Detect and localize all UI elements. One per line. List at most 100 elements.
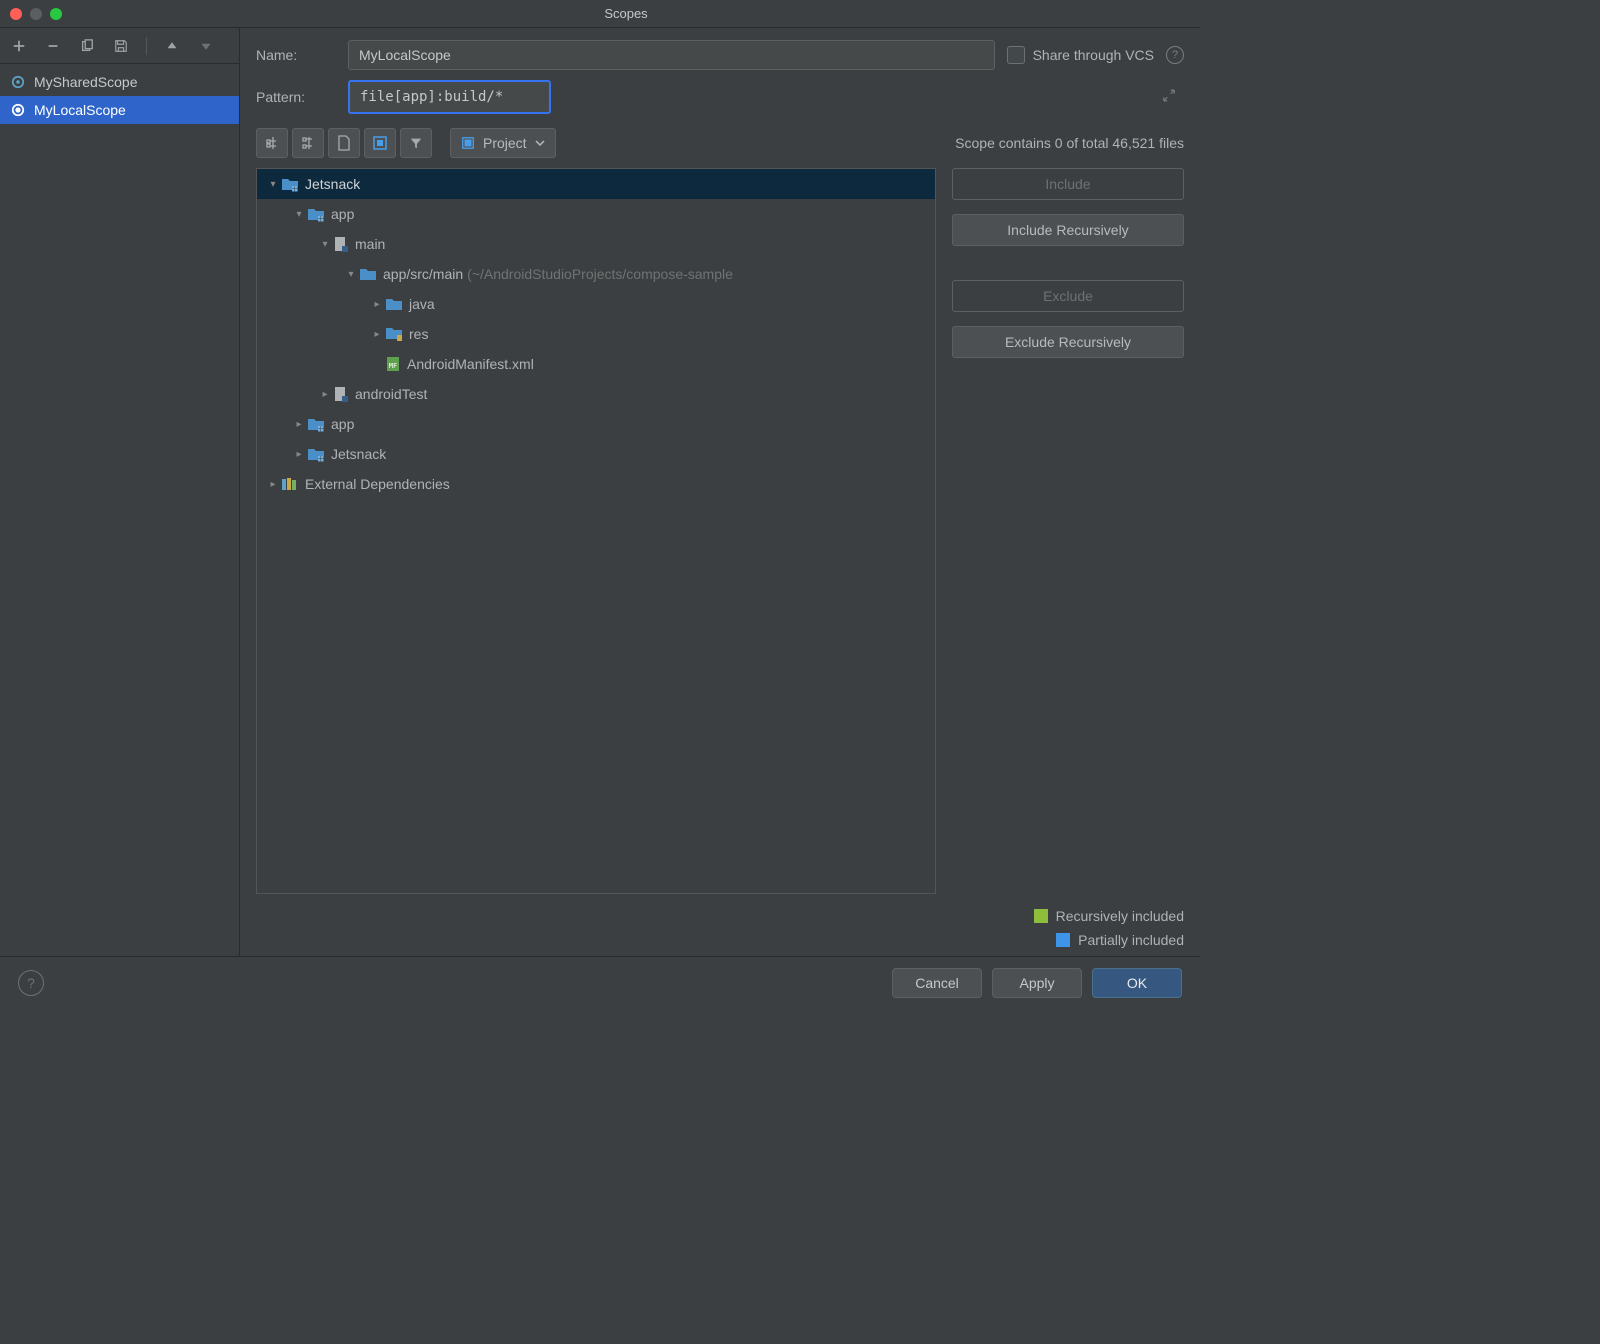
tree-arrow-icon[interactable]: ▸ [317, 389, 333, 400]
show-files-button[interactable] [328, 128, 360, 158]
chevron-down-icon [535, 138, 545, 148]
help-button[interactable]: ? [18, 970, 44, 996]
tree-label: java [409, 296, 435, 312]
tree-label: androidTest [355, 386, 427, 402]
resfolder-icon [385, 326, 403, 342]
exclude-button[interactable]: Exclude [952, 280, 1184, 312]
scope-item-local[interactable]: MyLocalScope [0, 96, 239, 124]
maximize-window-button[interactable] [50, 8, 62, 20]
module-icon [307, 206, 325, 222]
tree-arrow-icon[interactable]: ▾ [317, 239, 333, 250]
scope-item-label: MySharedScope [34, 74, 138, 90]
tree-label: app [331, 206, 354, 222]
tree-label: app [331, 416, 354, 432]
save-scope-button[interactable] [110, 35, 132, 57]
shared-scope-icon [10, 74, 26, 90]
module-icon [307, 446, 325, 462]
copy-scope-button[interactable] [76, 35, 98, 57]
tree-row[interactable]: ▾ main [257, 229, 935, 259]
tree-arrow-icon[interactable]: ▸ [369, 329, 385, 340]
tree-label: app/src/main [383, 266, 463, 282]
view-mode-dropdown[interactable]: Project [450, 128, 556, 158]
tree-row[interactable]: MF AndroidManifest.xml [257, 349, 935, 379]
collapse-all-button[interactable] [292, 128, 324, 158]
expand-all-button[interactable] [256, 128, 288, 158]
ok-button[interactable]: OK [1092, 968, 1182, 998]
scope-count-label: Scope contains 0 of total 46,521 files [955, 135, 1184, 151]
tree-row[interactable]: ▾ app [257, 199, 935, 229]
add-scope-button[interactable] [8, 35, 30, 57]
svg-text:MF: MF [389, 362, 397, 370]
share-help-icon[interactable]: ? [1166, 46, 1184, 64]
filter-button[interactable] [400, 128, 432, 158]
folder-icon [385, 297, 403, 311]
tree-label: Jetsnack [305, 176, 360, 192]
tree-row[interactable]: ▾ Jetsnack [257, 169, 935, 199]
tree-arrow-icon[interactable]: ▸ [265, 479, 281, 490]
tree-toolbar: Project Scope contains 0 of total 46,521… [256, 128, 1184, 158]
tree-row[interactable]: ▸Jetsnack [257, 439, 935, 469]
tree-path: (~/AndroidStudioProjects/compose-sample [467, 266, 733, 282]
show-modules-button[interactable] [364, 128, 396, 158]
recursively-included-swatch [1034, 909, 1048, 923]
legend-partial-label: Partially included [1078, 932, 1184, 948]
sourcefolder-icon [333, 386, 349, 402]
share-checkbox-wrap[interactable]: Share through VCS [1007, 46, 1154, 64]
project-icon [281, 176, 299, 192]
tree-arrow-icon[interactable]: ▸ [369, 299, 385, 310]
window-controls [10, 8, 62, 20]
minimize-window-button[interactable] [30, 8, 42, 20]
tree-arrow-icon[interactable]: ▾ [343, 269, 359, 280]
name-input[interactable] [348, 40, 995, 70]
content-panel: Name: Share through VCS ? Pattern: [240, 28, 1200, 956]
library-icon [281, 476, 299, 492]
sidebar: MySharedScope MyLocalScope [0, 28, 240, 956]
scope-item-shared[interactable]: MySharedScope [0, 68, 239, 96]
apply-button[interactable]: Apply [992, 968, 1082, 998]
partially-included-swatch [1056, 933, 1070, 947]
tree-label: main [355, 236, 385, 252]
tree-row[interactable]: ▸ app [257, 409, 935, 439]
title-bar: Scopes [0, 0, 1200, 28]
dropdown-label: Project [483, 135, 527, 151]
include-recursively-button[interactable]: Include Recursively [952, 214, 1184, 246]
name-label: Name: [256, 47, 336, 63]
local-scope-icon [10, 102, 26, 118]
close-window-button[interactable] [10, 8, 22, 20]
separator [146, 37, 147, 55]
pattern-label: Pattern: [256, 89, 336, 105]
tree-row[interactable]: ▸ res [257, 319, 935, 349]
tree-arrow-icon[interactable]: ▸ [291, 419, 307, 430]
exclude-recursively-button[interactable]: Exclude Recursively [952, 326, 1184, 358]
tree-label: AndroidManifest.xml [407, 356, 534, 372]
dialog-footer: ? Cancel Apply OK [0, 956, 1200, 1008]
scope-list: MySharedScope MyLocalScope [0, 64, 239, 956]
remove-scope-button[interactable] [42, 35, 64, 57]
module-icon [307, 416, 325, 432]
sourcefolder-icon [333, 236, 349, 252]
cancel-button[interactable]: Cancel [892, 968, 982, 998]
expand-field-icon[interactable] [1162, 89, 1176, 106]
tree-row[interactable]: ▾ app/src/main(~/AndroidStudioProjects/co… [257, 259, 935, 289]
window-title: Scopes [62, 6, 1190, 21]
share-label: Share through VCS [1033, 47, 1154, 63]
scope-item-label: MyLocalScope [34, 102, 126, 118]
tree-row[interactable]: ▸ java [257, 289, 935, 319]
tree-arrow-icon[interactable]: ▸ [291, 449, 307, 460]
inclusion-actions: Include Include Recursively Exclude Excl… [952, 168, 1184, 894]
include-button[interactable]: Include [952, 168, 1184, 200]
sidebar-toolbar [0, 28, 239, 64]
tree-label: External Dependencies [305, 476, 450, 492]
legend-recursive-label: Recursively included [1056, 908, 1184, 924]
tree-row[interactable]: ▸ androidTest [257, 379, 935, 409]
move-up-button[interactable] [161, 35, 183, 57]
tree-arrow-icon[interactable]: ▾ [265, 179, 281, 190]
tree-row[interactable]: ▸ External Dependencies [257, 469, 935, 499]
share-checkbox[interactable] [1007, 46, 1025, 64]
tree-label: res [409, 326, 428, 342]
manifest-icon: MF [385, 356, 401, 372]
file-tree[interactable]: ▾ Jetsnack ▾ app ▾ main ▾ app/src/main(~/Androi… [256, 168, 936, 894]
tree-arrow-icon[interactable]: ▾ [291, 209, 307, 220]
pattern-input[interactable] [348, 80, 551, 114]
move-down-button[interactable] [195, 35, 217, 57]
